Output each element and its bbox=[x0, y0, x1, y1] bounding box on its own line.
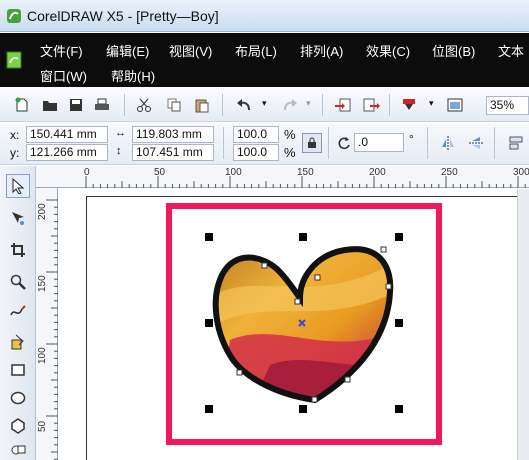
ruler-tick-label: 100 bbox=[37, 347, 48, 364]
ellipse-tool-icon[interactable] bbox=[6, 386, 30, 410]
menu-bitmaps[interactable]: 位图(B) bbox=[432, 41, 475, 60]
toolbox bbox=[0, 166, 36, 460]
y-label: y: bbox=[10, 146, 20, 160]
print-icon[interactable] bbox=[92, 95, 112, 115]
toolbar-separator bbox=[328, 127, 329, 159]
vertical-scrollbar[interactable] bbox=[517, 189, 529, 460]
menu-arrange[interactable]: 排列(A) bbox=[300, 41, 343, 60]
scale-x-field[interactable]: 100.0 bbox=[233, 126, 279, 143]
open-folder-icon[interactable] bbox=[40, 95, 60, 115]
paste-icon[interactable] bbox=[192, 95, 212, 115]
copy-icon[interactable] bbox=[164, 95, 184, 115]
ruler-tick-label: 50 bbox=[37, 420, 48, 432]
zoom-tool-icon[interactable] bbox=[6, 270, 30, 294]
ruler-tick-label: 300 bbox=[513, 167, 529, 178]
freehand-tool-icon[interactable] bbox=[6, 300, 30, 324]
menu-effects[interactable]: 效果(C) bbox=[366, 41, 410, 60]
menu-window[interactable]: 窗口(W) bbox=[40, 66, 87, 85]
toolbar-separator bbox=[124, 94, 125, 116]
rotation-icon bbox=[334, 133, 354, 153]
smart-fill-tool-icon[interactable] bbox=[6, 330, 30, 354]
crop-tool-icon[interactable] bbox=[6, 238, 30, 262]
polygon-tool-icon[interactable] bbox=[6, 414, 30, 438]
percent-x-label: % bbox=[284, 127, 296, 142]
scale-y-field[interactable]: 100.0 bbox=[233, 144, 279, 161]
toolbar-separator bbox=[223, 127, 224, 159]
ruler-tick-label: 150 bbox=[37, 275, 48, 292]
width-icon: ↔ bbox=[115, 127, 126, 139]
title-bar: CorelDRAW X5 - [Pretty—Boy] bbox=[0, 0, 529, 32]
welcome-screen-icon[interactable] bbox=[445, 95, 465, 115]
pick-tool-icon[interactable] bbox=[6, 174, 30, 198]
import-icon[interactable] bbox=[333, 95, 353, 115]
x-position-field[interactable]: 150.441 mm bbox=[26, 126, 108, 143]
new-document-icon[interactable] bbox=[12, 95, 32, 115]
redo-icon[interactable] bbox=[280, 95, 300, 115]
export-icon[interactable] bbox=[361, 95, 381, 115]
ruler-tick-label: 250 bbox=[441, 167, 458, 178]
x-label: x: bbox=[10, 128, 20, 142]
highlight-frame bbox=[166, 203, 442, 445]
basic-shapes-tool-icon[interactable] bbox=[6, 438, 30, 460]
launcher-dropdown-arrow-icon[interactable]: ▾ bbox=[429, 98, 434, 109]
object-height-field[interactable]: 107.451 mm bbox=[132, 144, 214, 161]
save-icon[interactable] bbox=[66, 95, 86, 115]
window-title: CorelDRAW X5 - [Pretty—Boy] bbox=[27, 8, 219, 24]
menu-edit[interactable]: 编辑(E) bbox=[106, 41, 149, 60]
menu-view[interactable]: 视图(V) bbox=[169, 41, 212, 60]
zoom-level-field[interactable]: 35% bbox=[486, 96, 529, 115]
menu-bar: 文件(F) 编辑(E) 视图(V) 布局(L) 排列(A) 效果(C) 位图(B… bbox=[0, 33, 529, 87]
lock-ratio-icon[interactable] bbox=[302, 133, 322, 153]
property-bar: x: y: 150.441 mm 121.266 mm ↔ ↕ 119.803 … bbox=[0, 123, 529, 165]
ruler-tick-label: 50 bbox=[154, 167, 166, 178]
y-position-field[interactable]: 121.266 mm bbox=[26, 144, 108, 161]
vertical-ruler[interactable]: 200 150 100 50 bbox=[36, 188, 58, 460]
redo-dropdown-arrow-icon[interactable]: ▾ bbox=[306, 98, 311, 109]
mirror-horizontal-icon[interactable] bbox=[438, 133, 458, 153]
document-icon[interactable] bbox=[6, 51, 22, 69]
shape-tool-icon[interactable] bbox=[6, 206, 30, 230]
rectangle-tool-icon[interactable] bbox=[6, 358, 30, 382]
rotation-angle-field[interactable]: .0 bbox=[354, 133, 404, 152]
ruler-tick-label: 100 bbox=[225, 167, 242, 178]
degree-label: ° bbox=[409, 132, 414, 146]
ruler-tick-label: 200 bbox=[37, 203, 48, 220]
undo-dropdown-arrow-icon[interactable]: ▾ bbox=[262, 98, 267, 109]
height-icon: ↕ bbox=[116, 145, 122, 157]
toolbar-separator bbox=[222, 94, 223, 116]
undo-icon[interactable] bbox=[234, 95, 254, 115]
mirror-vertical-icon[interactable] bbox=[466, 133, 486, 153]
ruler-tick-label: 0 bbox=[84, 167, 90, 178]
toolbar-separator bbox=[427, 127, 428, 159]
toolbar-separator bbox=[389, 94, 390, 116]
menu-file[interactable]: 文件(F) bbox=[40, 41, 83, 60]
percent-y-label: % bbox=[284, 145, 296, 160]
ruler-tick-label: 200 bbox=[369, 167, 386, 178]
horizontal-ruler[interactable]: 0 50 100 150 200 250 300 bbox=[36, 166, 529, 188]
cut-icon[interactable] bbox=[134, 95, 154, 115]
standard-toolbar: ▾ ▾ ▾ 35% bbox=[0, 88, 529, 122]
menu-layout[interactable]: 布局(L) bbox=[235, 41, 277, 60]
object-width-field[interactable]: 119.803 mm bbox=[132, 126, 214, 143]
ruler-tick-label: 150 bbox=[297, 167, 314, 178]
toolbar-separator bbox=[494, 127, 495, 159]
menu-help[interactable]: 帮助(H) bbox=[111, 66, 155, 85]
menu-text[interactable]: 文本 bbox=[498, 41, 524, 60]
align-icon[interactable] bbox=[506, 133, 526, 153]
toolbar-separator bbox=[322, 94, 323, 116]
coreldraw-app-icon bbox=[7, 9, 21, 23]
application-launcher-icon[interactable] bbox=[399, 95, 419, 115]
